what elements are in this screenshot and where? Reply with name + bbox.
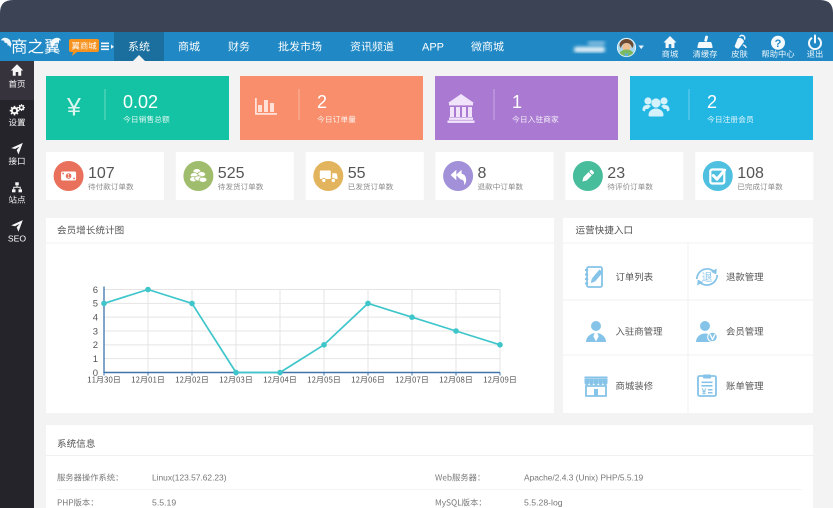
svg-text:55: 55	[348, 165, 366, 182]
svg-text:3: 3	[93, 326, 98, 337]
svg-text:5: 5	[93, 299, 98, 310]
svg-text:¥: ¥	[702, 387, 707, 397]
svg-text:Apache/2.4.3 (Unix) PHP/5.5.19: Apache/2.4.3 (Unix) PHP/5.5.19	[524, 473, 644, 483]
svg-text:4: 4	[93, 312, 98, 323]
svg-text:525: 525	[218, 165, 245, 182]
svg-text:2: 2	[707, 92, 717, 112]
svg-text:2: 2	[93, 340, 98, 351]
svg-text:Linux(123.57.62.23): Linux(123.57.62.23)	[152, 473, 227, 483]
svg-text:¥: ¥	[66, 94, 81, 122]
svg-text:1: 1	[67, 174, 70, 180]
svg-text:5.5.19: 5.5.19	[152, 498, 176, 508]
svg-text:SEO: SEO	[8, 233, 26, 243]
svg-text:0.02: 0.02	[123, 92, 158, 112]
svg-text:?: ?	[775, 38, 782, 50]
svg-text:23: 23	[607, 165, 625, 182]
svg-text:108: 108	[737, 165, 764, 182]
svg-text:8: 8	[478, 165, 487, 182]
svg-text:1: 1	[93, 354, 98, 365]
svg-text:1: 1	[512, 92, 522, 112]
svg-text:6: 6	[93, 285, 98, 296]
svg-text:107: 107	[88, 165, 115, 182]
svg-text:2: 2	[317, 92, 327, 112]
svg-text:5.5.28-log: 5.5.28-log	[524, 498, 563, 508]
svg-text:APP: APP	[422, 42, 444, 54]
